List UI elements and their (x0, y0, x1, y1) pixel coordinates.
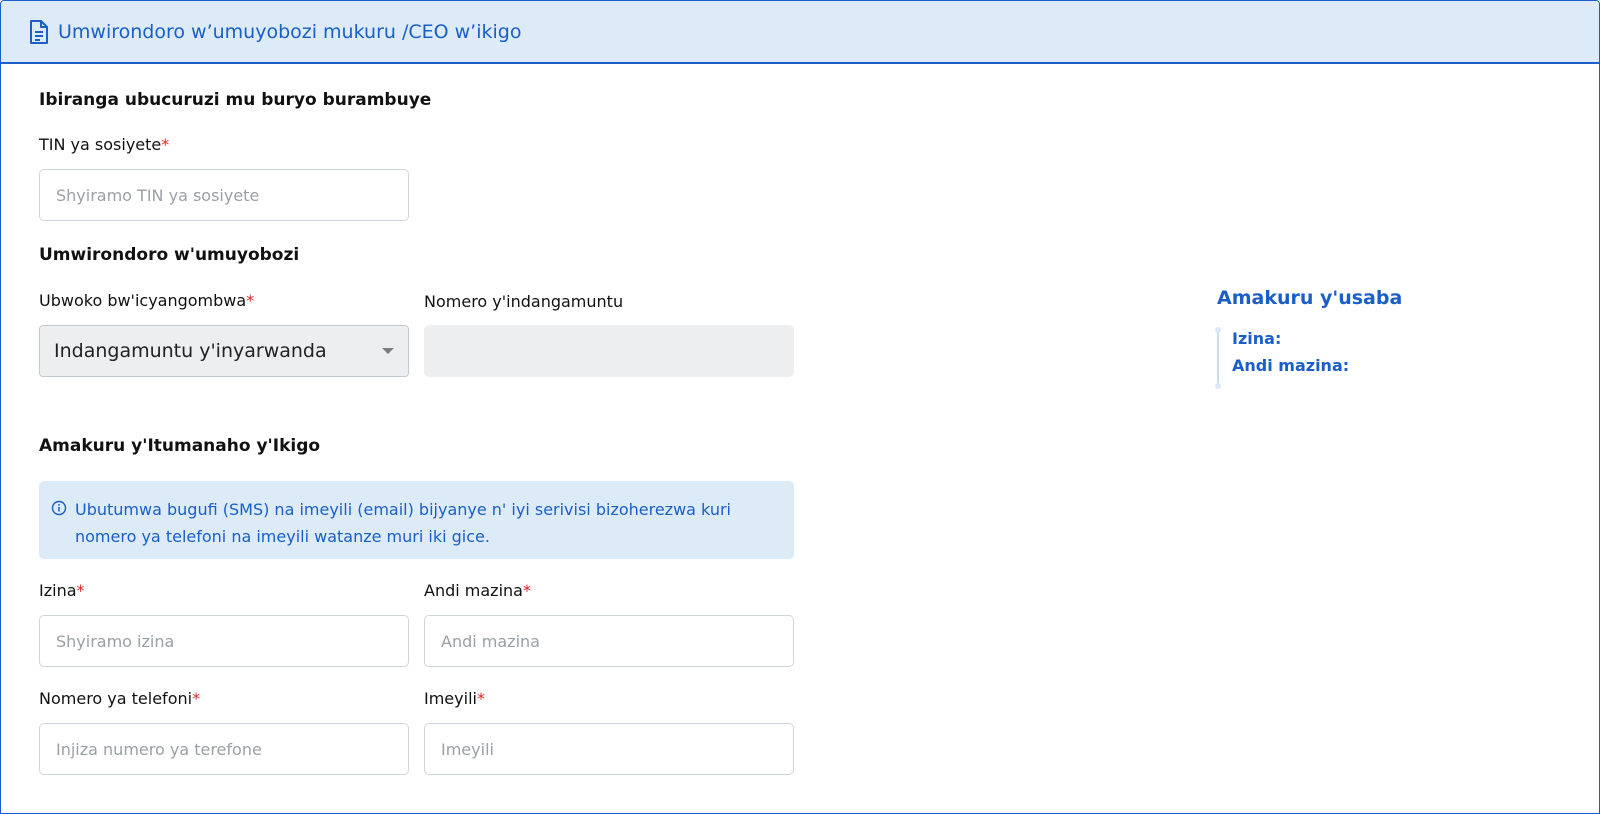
summary-item-first-name: Izina: (1232, 329, 1282, 348)
info-text: Ubutumwa bugufi (SMS) na imeyili (email)… (75, 500, 731, 546)
document-icon (28, 19, 50, 45)
required-marker: * (161, 135, 170, 154)
tin-label-text: TIN ya sosiyete (39, 135, 162, 154)
phone-label: Nomero ya telefoni* (39, 689, 200, 708)
last-name-label: Andi mazina* (424, 581, 531, 600)
required-marker: * (476, 689, 485, 708)
email-input[interactable] (424, 723, 794, 775)
applicant-summary: Amakuru y'usaba Izina: Andi mazina: (1215, 287, 1403, 389)
info-icon (51, 500, 67, 516)
contact-section-title: Amakuru y'Itumanaho y'Ikigo (39, 436, 321, 456)
required-marker: * (522, 581, 531, 600)
doc-type-select[interactable]: Indangamuntu y'inyarwanda (39, 325, 409, 377)
required-marker: * (246, 291, 255, 310)
required-marker: * (76, 581, 85, 600)
identity-section-title: Umwirondoro w'umuyobozi (39, 245, 300, 265)
tin-label: TIN ya sosiyete* (39, 135, 169, 154)
id-number-label: Nomero y'indangamuntu (424, 292, 624, 311)
last-name-label-text: Andi mazina (424, 581, 523, 600)
email-label-text: Imeyili (424, 689, 477, 708)
applicant-form-card: Umwirondoro w’umuyobozi mukuru /CEO w’ik… (0, 0, 1600, 814)
doc-type-label-text: Ubwoko bw'icyangombwa (39, 291, 247, 310)
tin-input[interactable] (39, 169, 409, 221)
id-number-input[interactable] (424, 325, 794, 377)
info-notice: Ubutumwa bugufi (SMS) na imeyili (email)… (39, 481, 794, 559)
card-header: Umwirondoro w’umuyobozi mukuru /CEO w’ik… (1, 1, 1599, 64)
last-name-input[interactable] (424, 615, 794, 667)
email-label: Imeyili* (424, 689, 485, 708)
phone-label-text: Nomero ya telefoni (39, 689, 193, 708)
summary-timeline (1215, 327, 1221, 389)
summary-item-last-name: Andi mazina: (1232, 356, 1350, 375)
first-name-input[interactable] (39, 615, 409, 667)
page-title: Umwirondoro w’umuyobozi mukuru /CEO w’ik… (58, 20, 522, 43)
doc-type-label: Ubwoko bw'icyangombwa* (39, 291, 254, 310)
business-section-title: Ibiranga ubucuruzi mu buryo burambuye (39, 90, 432, 110)
phone-input[interactable] (39, 723, 409, 775)
timeline-dot (1215, 327, 1221, 333)
first-name-label-text: Izina (39, 581, 77, 600)
first-name-label: Izina* (39, 581, 85, 600)
timeline-dot (1215, 383, 1221, 389)
required-marker: * (192, 689, 201, 708)
summary-title: Amakuru y'usaba (1217, 287, 1403, 309)
caret-down-icon (382, 348, 394, 354)
doc-type-value: Indangamuntu y'inyarwanda (54, 340, 327, 362)
